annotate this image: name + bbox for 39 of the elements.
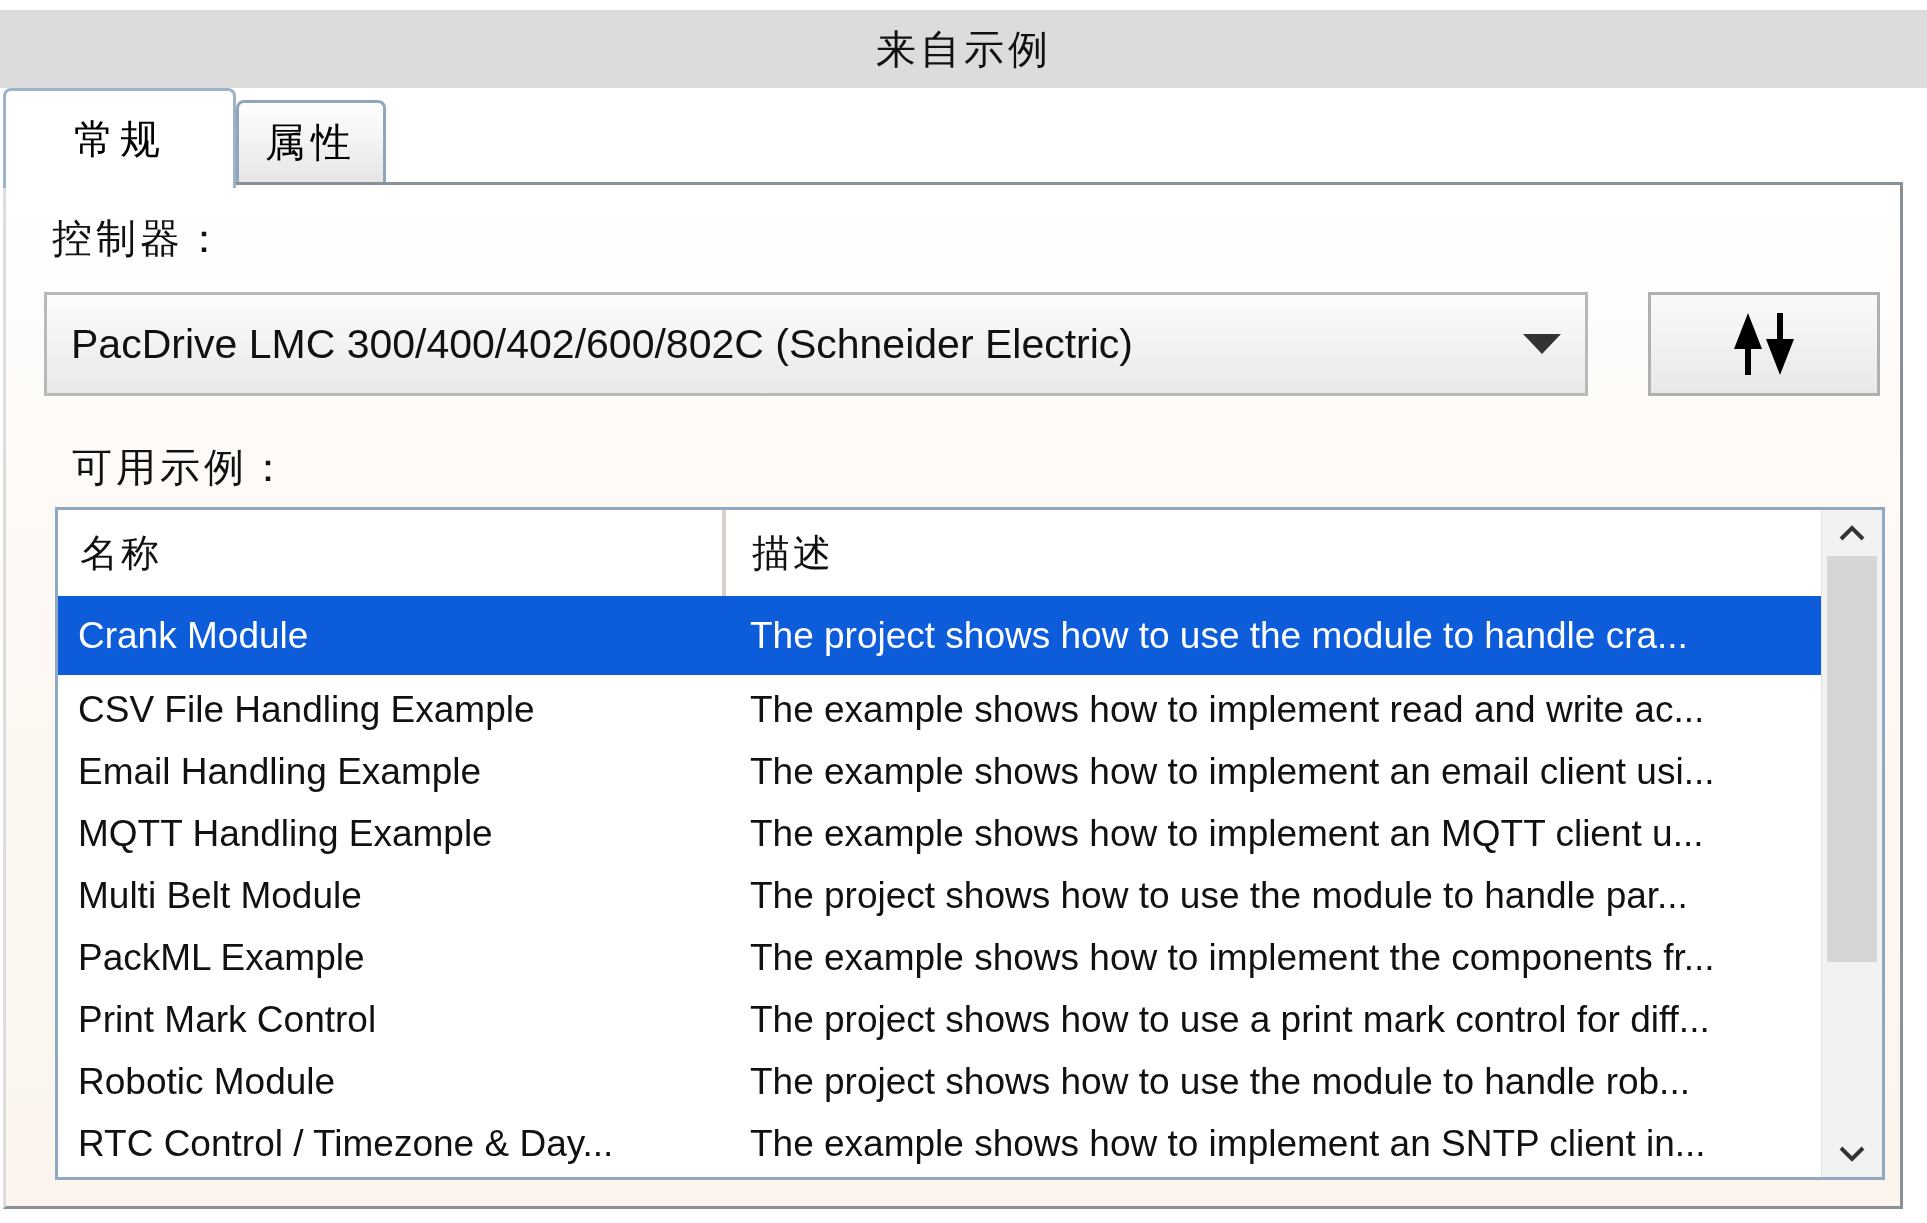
table-row[interactable]: Robotic Module The project shows how to use the module to handle rob... [58,1051,1821,1113]
example-name: Robotic Module [77,1061,337,1103]
example-name: Email Handling Example [77,751,483,793]
example-name: MQTT Handling Example [77,813,494,855]
controller-label: 控制器： [52,215,228,262]
example-description: The project shows how to use the module to handle cra... [749,614,1688,657]
example-name: Crank Module [77,614,310,657]
example-name: PackML Example [77,937,366,979]
up-down-arrows-icon [1732,313,1796,375]
example-description: The example shows how to implement an MQTT client u... [749,813,1704,855]
example-description: The example shows how to implement an email client usi... [749,751,1715,793]
example-name: CSV File Handling Example [77,689,536,731]
window-title: 来自示例 [0,10,1927,88]
example-description: The example shows how to implement read and write ac... [749,689,1705,731]
example-description: The project shows how to use a print mark control for diff... [749,999,1710,1041]
scrollbar[interactable] [1821,510,1882,1177]
tab[interactable]: 常规 [3,88,236,188]
table-row[interactable]: Multi Belt Module The project shows how to use the module to handle par... [58,865,1821,927]
example-description: The project shows how to use the module to handle par... [749,875,1688,917]
example-description: The project shows how to use the module to handle rob... [749,1061,1690,1103]
examples-label: 可用示例： [72,444,292,491]
column-header[interactable]: 描述 [726,510,1821,596]
table-row[interactable]: Email Handling Example The example shows how to implement an email client usi... [58,741,1821,803]
example-description: The example shows how to implement an SNTP client in... [749,1123,1706,1165]
table-row[interactable]: Crank Module The project shows how to use the module to handle cra... [58,596,1821,675]
table-row[interactable]: PackML Example The example shows how to implement the components fr... [58,927,1821,989]
example-name: Print Mark Control [77,999,378,1041]
tab[interactable]: 属性 [236,100,386,182]
table-row[interactable]: CSV File Handling Example The example shows how to implement read and write ac... [58,679,1821,741]
caret-icon [1523,334,1561,354]
table-row[interactable]: MQTT Handling Example The example shows how to implement an MQTT client u... [58,803,1821,865]
example-name: RTC Control / Timezone & Day... [77,1123,615,1165]
example-description: The example shows how to implement the components fr... [749,937,1715,979]
scroll-thumb[interactable] [1827,556,1877,962]
example-name: Multi Belt Module [77,875,363,917]
controller-dropdown[interactable]: PacDrive LMC 300/400/402/600/802C (Schneider Electric) [44,292,1588,396]
table-row[interactable]: Print Mark Control The project shows how to use a print mark control for diff... [58,989,1821,1051]
table-row[interactable]: RTC Control / Timezone & Day... The example shows how to implement an SNTP client in... [58,1113,1821,1175]
sort-button[interactable] [1648,292,1880,396]
